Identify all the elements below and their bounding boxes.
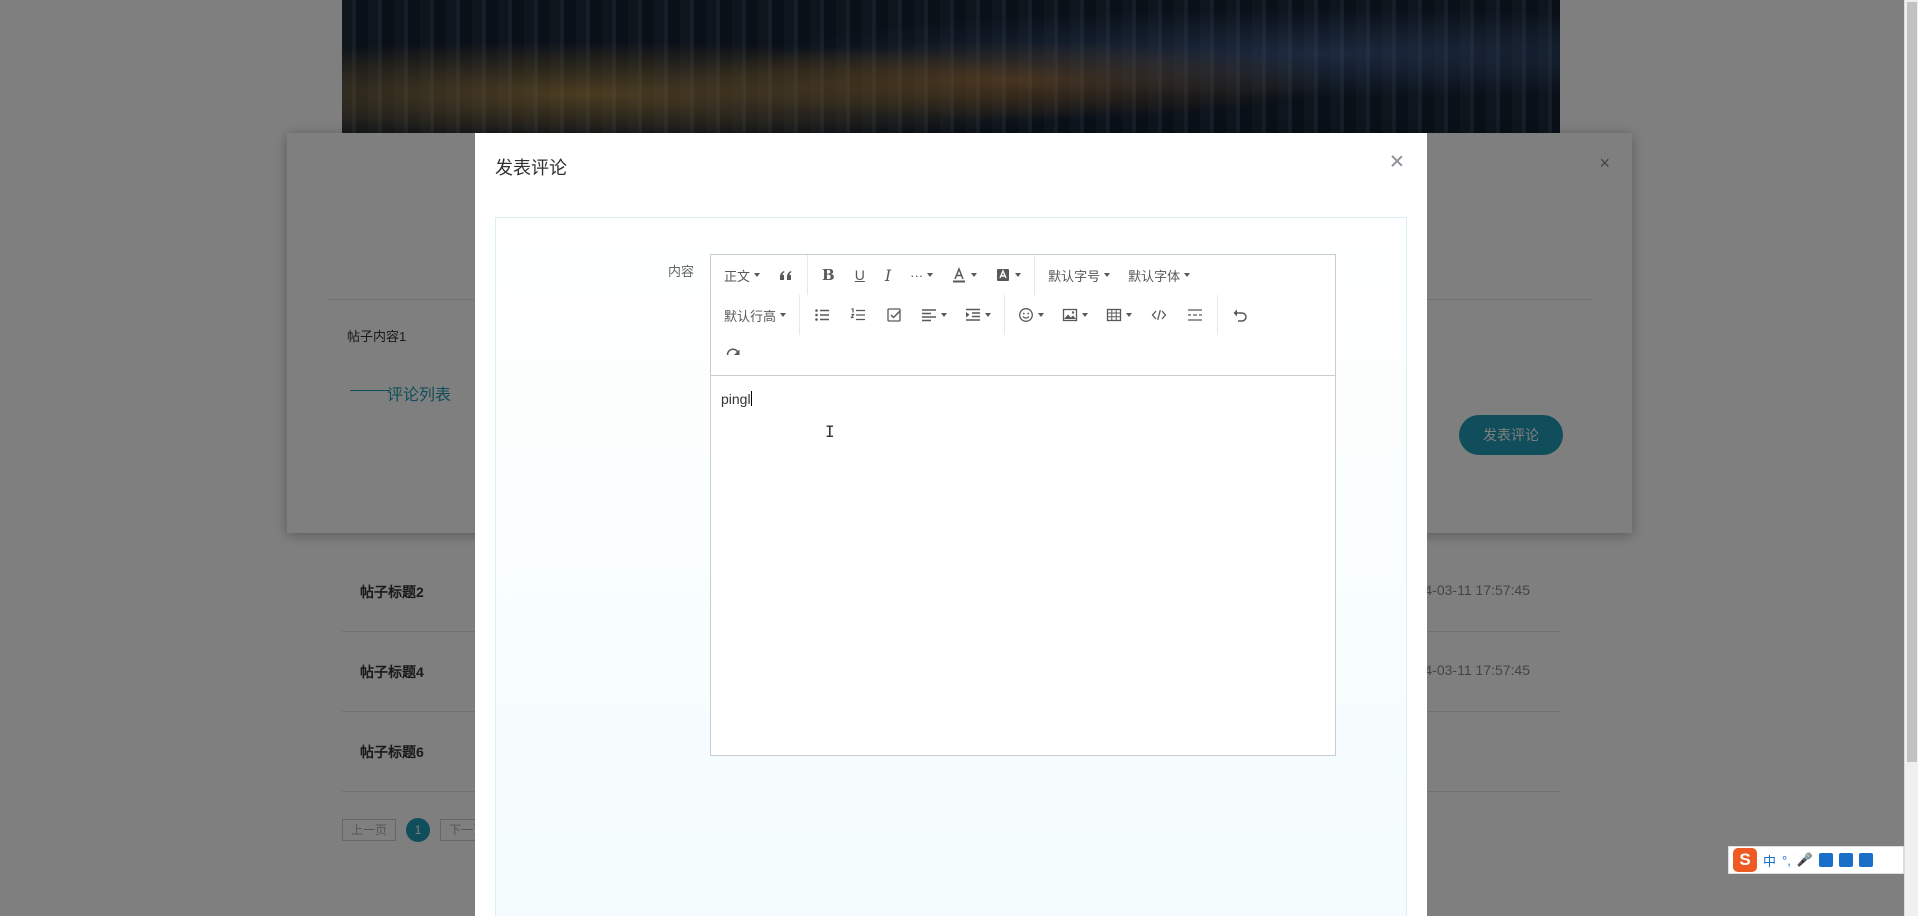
code-icon	[1151, 307, 1167, 323]
numbered-list-icon	[850, 307, 866, 323]
chevron-down-icon	[941, 313, 948, 317]
indent-select[interactable]	[956, 295, 1000, 335]
toolbar-divider	[807, 255, 809, 295]
redo-icon	[725, 347, 741, 363]
sogou-logo[interactable]: S	[1733, 848, 1757, 872]
quote-icon	[778, 267, 794, 283]
chevron-down-icon	[754, 273, 761, 277]
font-family-label: 默认字体	[1128, 268, 1181, 284]
toolbar-divider	[1004, 295, 1006, 335]
numbered-list-button[interactable]	[840, 295, 876, 335]
divider-button[interactable]	[1177, 295, 1213, 335]
more-styles-button[interactable]: ···	[901, 255, 942, 295]
chevron-down-icon	[1082, 313, 1089, 317]
bold-icon: B	[822, 266, 835, 284]
ime-mode[interactable]: 中	[1763, 851, 1776, 870]
redo-button[interactable]	[715, 335, 751, 375]
font-family-select[interactable]: 默认字体	[1119, 255, 1199, 295]
comment-dialog: 发表评论 内容 正文 B U I ··· 默认字号 默认字体 默认行高 ping…	[475, 133, 1427, 916]
italic-button[interactable]: I	[875, 255, 901, 295]
toolbar-divider	[1217, 295, 1219, 335]
heading-select[interactable]: 正文	[715, 255, 769, 295]
content-label: 内容	[668, 264, 695, 279]
checkbox-icon	[886, 307, 902, 323]
chevron-down-icon	[1184, 273, 1191, 277]
chevron-down-icon	[1104, 273, 1111, 277]
underline-icon: U	[854, 267, 865, 283]
chevron-down-icon	[780, 313, 787, 317]
undo-icon	[1232, 307, 1248, 323]
indent-icon	[965, 307, 981, 323]
chevron-down-icon	[1015, 273, 1022, 277]
chevron-down-icon	[927, 273, 934, 277]
table-icon	[1106, 307, 1122, 323]
close-dialog-button[interactable]	[1387, 151, 1407, 171]
ime-punctuation[interactable]: °,	[1782, 853, 1791, 868]
chevron-down-icon	[971, 273, 978, 277]
skin-icon[interactable]	[1839, 853, 1854, 867]
image-icon	[1062, 307, 1078, 323]
line-height-label: 默认行高	[724, 308, 777, 324]
font-color-icon	[951, 267, 967, 283]
chevron-down-icon	[1038, 313, 1045, 317]
scrollbar-thumb[interactable]	[1907, 2, 1917, 762]
blockquote-button[interactable]	[769, 255, 803, 295]
editor-toolbar: 正文 B U I ··· 默认字号 默认字体 默认行高	[711, 255, 1335, 376]
dialog-title: 发表评论	[495, 158, 567, 178]
keyboard-icon[interactable]	[1819, 853, 1834, 867]
toolbar-divider	[1034, 255, 1036, 295]
chevron-down-icon	[1126, 313, 1133, 317]
editor-content[interactable]: pingl	[711, 377, 1335, 755]
todo-list-button[interactable]	[876, 295, 912, 335]
code-button[interactable]	[1141, 295, 1177, 335]
image-button[interactable]	[1053, 295, 1097, 335]
heading-label: 正文	[724, 268, 751, 284]
more-icon: ···	[910, 267, 924, 283]
table-button[interactable]	[1097, 295, 1141, 335]
ime-toolbar: S 中 °, 🎤	[1728, 846, 1904, 874]
emoji-button[interactable]	[1009, 295, 1053, 335]
font-color-button[interactable]	[942, 255, 986, 295]
bold-button[interactable]: B	[812, 255, 845, 295]
rich-text-editor: 正文 B U I ··· 默认字号 默认字体 默认行高 pingl	[710, 254, 1336, 756]
text-cursor	[750, 391, 752, 406]
line-height-select[interactable]: 默认行高	[715, 295, 795, 335]
toolbar-divider	[799, 295, 801, 335]
toolbox-icon[interactable]	[1859, 853, 1874, 867]
page-scrollbar[interactable]	[1904, 0, 1918, 916]
align-select[interactable]	[912, 295, 956, 335]
underline-button[interactable]: U	[845, 255, 875, 295]
chevron-down-icon	[985, 313, 992, 317]
align-left-icon	[921, 307, 937, 323]
background-color-button[interactable]	[986, 255, 1030, 295]
bulleted-list-icon	[814, 307, 830, 323]
italic-icon: I	[884, 265, 892, 285]
font-size-select[interactable]: 默认字号	[1039, 255, 1119, 295]
text-cursor-icon: I	[825, 422, 835, 441]
background-color-icon	[995, 267, 1011, 283]
emoji-icon	[1018, 307, 1034, 323]
undo-button[interactable]	[1222, 295, 1258, 335]
editor-text: pingl	[721, 391, 751, 407]
bulleted-list-button[interactable]	[804, 295, 840, 335]
microphone-icon[interactable]: 🎤	[1797, 852, 1813, 868]
horizontal-rule-icon	[1187, 307, 1203, 323]
font-size-label: 默认字号	[1048, 268, 1101, 284]
